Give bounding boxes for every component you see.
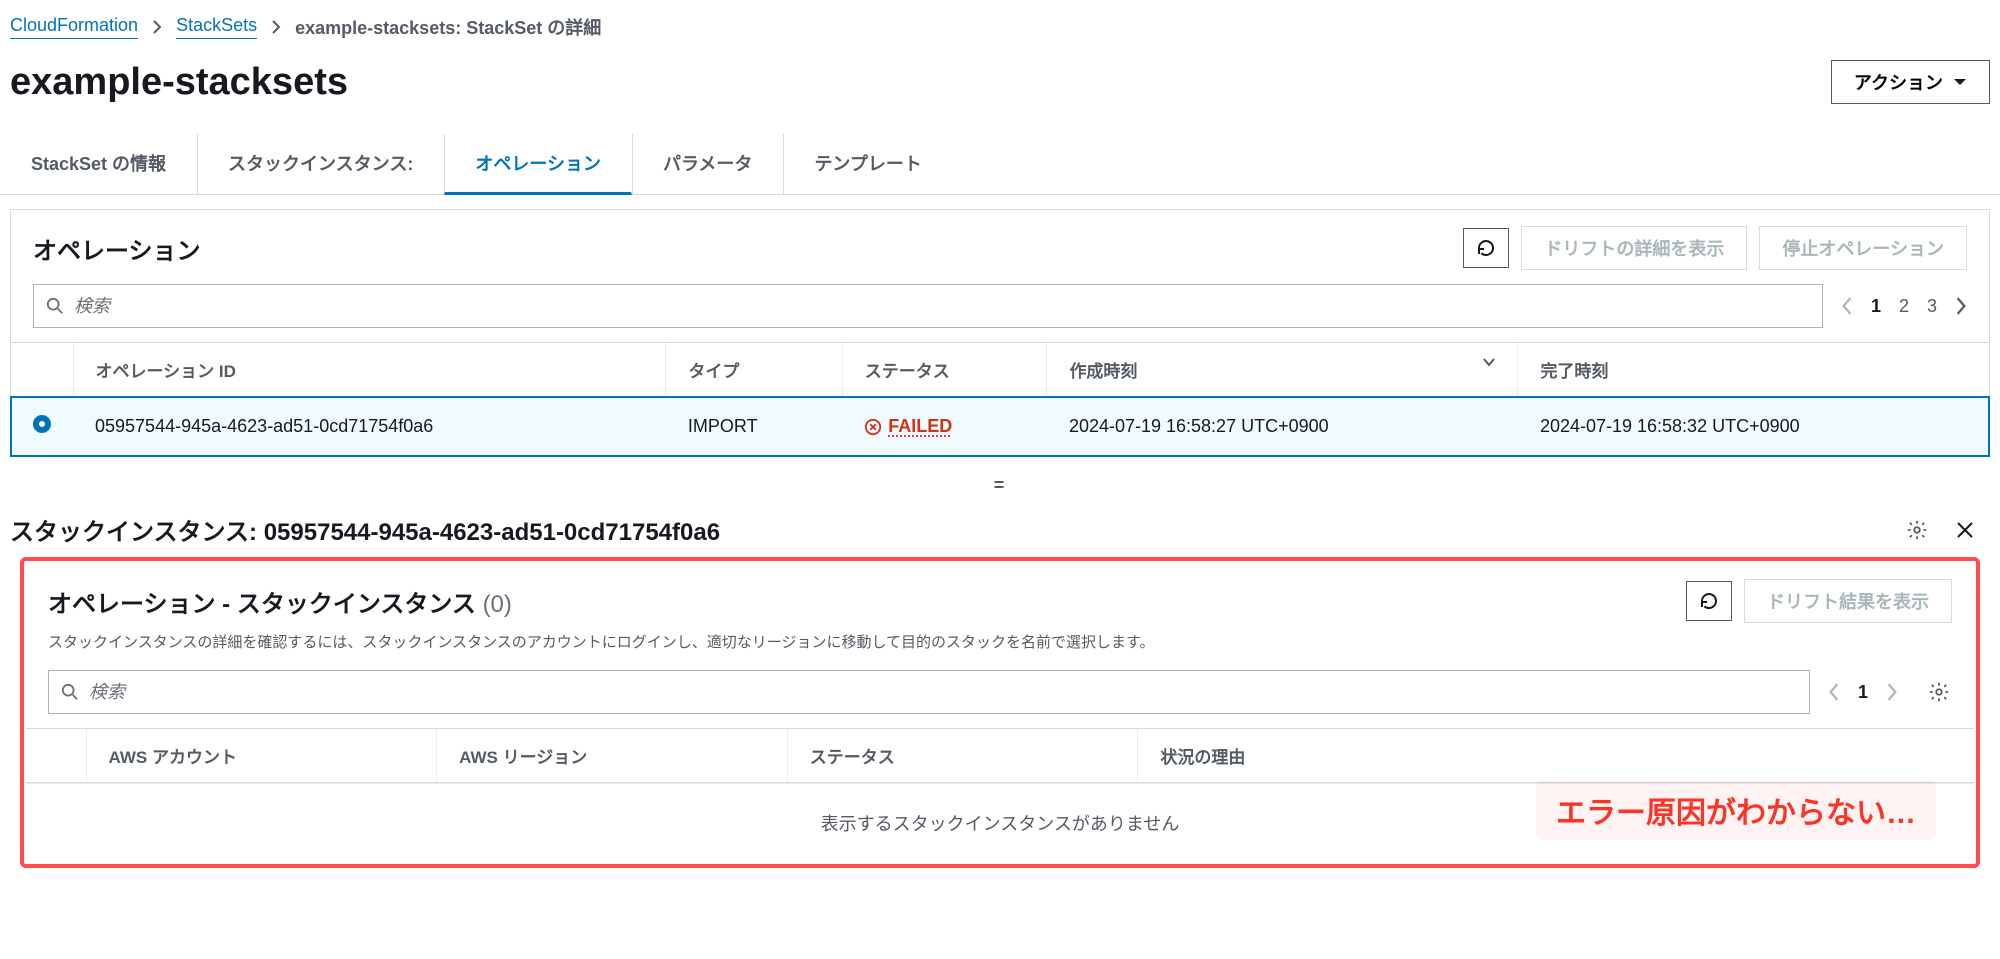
op-instances-pager: 1 [1828,679,1952,705]
operations-panel-title: オペレーション [33,231,201,266]
detail-title: スタックインスタンス: 05957544-945a-4623-ad51-0cd7… [10,512,720,547]
gear-icon [1906,519,1928,541]
col-status[interactable]: ステータス [787,729,1138,783]
col-type[interactable]: タイプ [666,343,842,397]
search-icon [46,297,64,315]
col-created[interactable]: 作成時刻 [1047,343,1518,397]
operations-search-input[interactable] [74,296,1810,317]
tab-parameters[interactable]: パラメータ [632,134,783,194]
close-button[interactable] [1952,517,1978,543]
stop-operation-button[interactable]: 停止オペレーション [1759,226,1967,270]
tabs: StackSet の情報 スタックインスタンス: オペレーション パラメータ テ… [0,134,2000,195]
tab-operations[interactable]: オペレーション [444,134,632,195]
cell-type: IMPORT [666,397,842,457]
cell-completed: 2024-07-19 16:58:32 UTC+0900 [1518,397,1989,457]
pager-page-3[interactable]: 3 [1927,296,1937,317]
chevron-right-icon [152,20,162,34]
actions-label: アクション [1854,69,1943,95]
tab-stackset-info[interactable]: StackSet の情報 [0,134,197,194]
page-header: example-stacksets アクション [0,50,2000,124]
op-instances-search-box[interactable] [48,670,1810,714]
operations-search-box[interactable] [33,284,1823,328]
actions-dropdown-button[interactable]: アクション [1831,60,1990,104]
tab-stack-instances[interactable]: スタックインスタンス: [197,134,444,194]
col-reason[interactable]: 状況の理由 [1138,729,1974,783]
caret-down-icon [1953,77,1967,87]
op-instances-title: オペレーション - スタックインスタンス (0) [48,584,512,619]
status-badge[interactable]: FAILED [864,416,1025,437]
table-row[interactable]: 05957544-945a-4623-ad51-0cd71754f0a6 IMP… [11,397,1989,457]
error-circle-icon [864,418,882,436]
split-handle[interactable]: = [0,471,2000,504]
col-completed[interactable]: 完了時刻 [1518,343,1989,397]
breadcrumb-stacksets-link[interactable]: StackSets [176,15,257,39]
op-instances-subtitle: スタックインスタンスの詳細を確認するには、スタックインスタンスのアカウントにログ… [26,631,1974,664]
settings-button[interactable] [1904,517,1930,543]
caret-down-icon [1483,357,1495,367]
close-icon [1955,520,1975,540]
col-aws-region[interactable]: AWS リージョン [437,729,788,783]
breadcrumb-current: example-stacksets: StackSet の詳細 [295,14,601,40]
row-radio[interactable] [33,415,51,433]
pager-next[interactable] [1886,683,1898,701]
pager-prev[interactable] [1828,683,1840,701]
annotation-highlight-box: オペレーション - スタックインスタンス (0) ドリフト結果を表示 スタックイ… [20,557,1980,868]
cell-operation-id: 05957544-945a-4623-ad51-0cd71754f0a6 [73,397,666,457]
operations-table: オペレーション ID タイプ ステータス 作成時刻 完了時刻 05957544-… [11,342,1989,456]
detail-bar: スタックインスタンス: 05957544-945a-4623-ad51-0cd7… [0,504,2000,557]
op-instances-count: (0) [483,591,512,618]
table-settings-button[interactable] [1926,679,1952,705]
op-instances-search-input[interactable] [89,682,1797,703]
refresh-button[interactable] [1463,228,1509,268]
op-instances-table: AWS アカウント AWS リージョン ステータス 状況の理由 [26,728,1974,783]
breadcrumb-root-link[interactable]: CloudFormation [10,15,138,39]
breadcrumb: CloudFormation StackSets example-stackse… [0,0,2000,50]
drift-details-button[interactable]: ドリフトの詳細を表示 [1521,226,1747,270]
operations-pager: 1 2 3 [1841,296,1967,317]
pager-next[interactable] [1955,297,1967,315]
col-aws-account[interactable]: AWS アカウント [86,729,437,783]
pager-page-1[interactable]: 1 [1871,296,1881,317]
search-icon [61,683,79,701]
page-title: example-stacksets [10,61,348,104]
operations-panel: オペレーション ドリフトの詳細を表示 停止オペレーション 1 2 3 [10,209,1990,457]
tab-template[interactable]: テンプレート [783,134,952,194]
refresh-icon [1476,238,1496,258]
pager-page-2[interactable]: 2 [1899,296,1909,317]
drift-results-button[interactable]: ドリフト結果を表示 [1744,579,1952,623]
chevron-right-icon [271,20,281,34]
pager-page-1[interactable]: 1 [1858,682,1868,703]
col-operation-id[interactable]: オペレーション ID [73,343,666,397]
annotation-text: エラー原因がわからない… [1536,780,1936,840]
col-status[interactable]: ステータス [842,343,1047,397]
refresh-icon [1699,591,1719,611]
gear-icon [1928,681,1950,703]
pager-prev[interactable] [1841,297,1853,315]
refresh-button[interactable] [1686,581,1732,621]
cell-created: 2024-07-19 16:58:27 UTC+0900 [1047,397,1518,457]
